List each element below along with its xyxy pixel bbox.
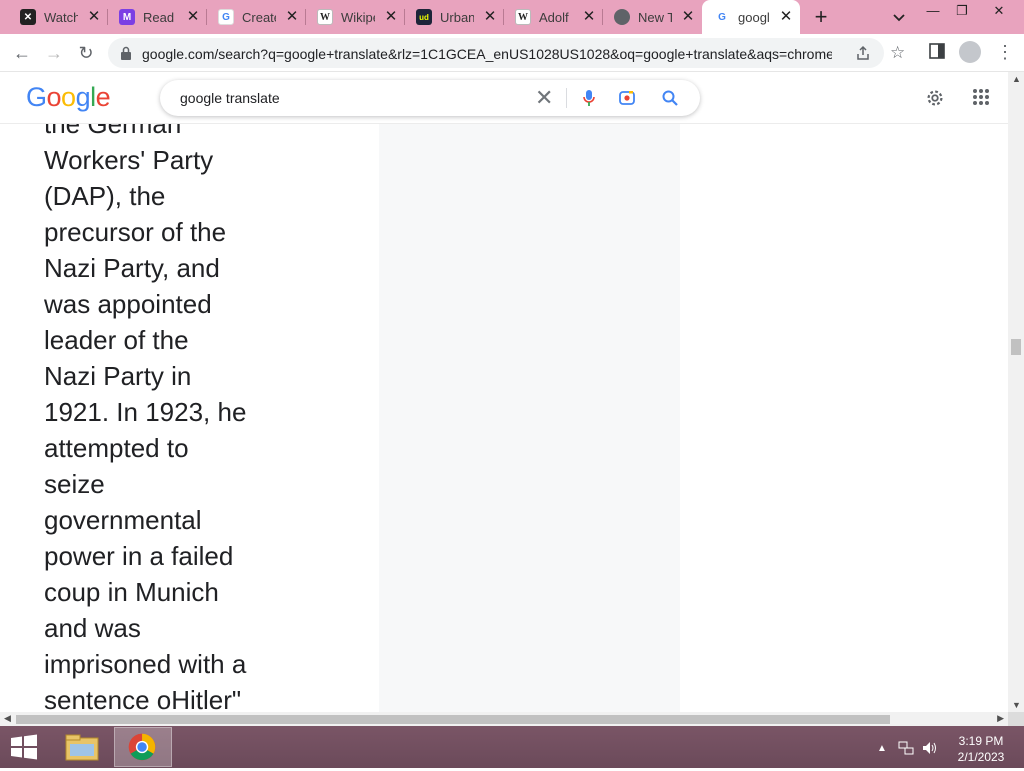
tab-label: Adolf H bbox=[539, 9, 573, 25]
x-icon: ✕ bbox=[20, 9, 36, 25]
scrollbar-thumb[interactable] bbox=[1011, 339, 1021, 355]
scroll-up-arrow-icon[interactable]: ▲ bbox=[1012, 74, 1021, 84]
scrollbar-corner bbox=[1008, 712, 1024, 726]
minimize-icon[interactable]: — bbox=[924, 2, 942, 20]
article-body: Workers' Party (DAP), the precursor of t… bbox=[44, 145, 247, 712]
clear-search-icon[interactable]: ✕ bbox=[535, 87, 553, 109]
google-search-box[interactable]: google translate ✕ bbox=[160, 80, 700, 116]
search-input[interactable]: google translate bbox=[180, 90, 280, 106]
bookmark-star-icon[interactable]: ☆ bbox=[890, 43, 905, 63]
logo-letter: o bbox=[61, 82, 76, 112]
m-icon: M bbox=[119, 9, 135, 25]
chrome-icon bbox=[128, 733, 156, 761]
side-panel-icon[interactable] bbox=[929, 43, 945, 59]
scrollbar-thumb[interactable] bbox=[16, 715, 890, 724]
tab-label: Create bbox=[242, 9, 276, 25]
close-icon[interactable]: ✕ bbox=[680, 9, 696, 25]
microphone-icon[interactable] bbox=[582, 89, 596, 107]
chrome-icon bbox=[614, 9, 630, 25]
tab-strip: ✕ Watch ✕ M Read C ✕ G Create ✕ W Wikipe… bbox=[0, 0, 1024, 34]
logo-letter: o bbox=[46, 82, 62, 112]
scroll-right-arrow-icon[interactable]: ▶ bbox=[997, 713, 1004, 724]
close-icon[interactable]: ✕ bbox=[482, 9, 498, 25]
clock-date: 2/1/2023 bbox=[957, 750, 1005, 764]
more-menu-icon[interactable]: ⋮ bbox=[996, 42, 1014, 62]
new-tab-button[interactable]: + bbox=[810, 6, 832, 28]
tab-watch[interactable]: ✕ Watch ✕ bbox=[8, 4, 108, 30]
right-panel bbox=[379, 124, 680, 712]
google-logo[interactable]: Google bbox=[26, 82, 111, 113]
forward-arrow-icon[interactable]: → bbox=[44, 43, 64, 63]
address-bar[interactable]: google.com/search?q=google+translate&rlz… bbox=[108, 38, 905, 68]
network-icon[interactable] bbox=[898, 740, 914, 756]
scroll-left-arrow-icon[interactable]: ◀ bbox=[4, 713, 11, 724]
vertical-scrollbar[interactable]: ▲ ▼ bbox=[1008, 72, 1024, 712]
logo-letter: G bbox=[26, 82, 47, 112]
taskbar bbox=[0, 726, 1024, 768]
tab-read[interactable]: M Read C ✕ bbox=[107, 4, 207, 30]
browser-toolbar: ← → ↻ google.com/search?q=google+transla… bbox=[0, 34, 1024, 72]
profile-avatar-icon[interactable] bbox=[959, 41, 981, 63]
url-text[interactable]: google.com/search?q=google+translate&rlz… bbox=[142, 46, 832, 62]
google-lens-icon[interactable] bbox=[618, 89, 636, 107]
tab-label: Watch bbox=[44, 9, 78, 25]
horizontal-scrollbar[interactable]: ◀ ▶ bbox=[0, 712, 1008, 726]
chrome-taskbar-button[interactable] bbox=[114, 727, 172, 767]
gear-icon[interactable] bbox=[924, 87, 946, 109]
volume-icon[interactable] bbox=[921, 740, 939, 756]
close-window-icon[interactable]: ✕ bbox=[990, 2, 1008, 20]
windows-start-icon[interactable] bbox=[9, 734, 39, 760]
google-g-icon: G bbox=[714, 9, 730, 25]
tab-label: New Ta bbox=[638, 9, 672, 25]
tab-create[interactable]: G Create ✕ bbox=[206, 4, 306, 30]
clock-time: 3:19 PM bbox=[958, 734, 1004, 748]
file-explorer-icon[interactable] bbox=[54, 727, 112, 767]
wikipedia-icon: W bbox=[515, 9, 531, 25]
close-icon[interactable]: ✕ bbox=[383, 9, 399, 25]
article-text: the German Workers' Party (DAP), the pre… bbox=[44, 124, 274, 712]
article-partial-line: the German bbox=[44, 124, 182, 139]
tab-label: Read C bbox=[143, 9, 177, 25]
close-icon[interactable]: ✕ bbox=[581, 9, 597, 25]
close-icon[interactable]: ✕ bbox=[284, 9, 300, 25]
apps-grid-icon[interactable] bbox=[972, 88, 990, 106]
lock-icon bbox=[121, 46, 131, 60]
wikipedia-icon: W bbox=[317, 9, 333, 25]
close-icon[interactable]: ✕ bbox=[778, 9, 794, 25]
tab-label: Wikipe bbox=[341, 9, 375, 25]
tab-google-active[interactable]: G googl ✕ bbox=[702, 0, 800, 34]
tab-label: Urban bbox=[440, 9, 474, 25]
tray-expand-icon[interactable]: ▲ bbox=[877, 743, 887, 754]
back-arrow-icon[interactable]: ← bbox=[12, 43, 32, 63]
logo-letter: e bbox=[95, 82, 111, 112]
restore-icon[interactable]: ❐ bbox=[953, 2, 971, 20]
scroll-down-arrow-icon[interactable]: ▼ bbox=[1012, 700, 1021, 710]
share-icon[interactable] bbox=[855, 45, 871, 61]
tab-wikipedia[interactable]: W Wikipe ✕ bbox=[305, 4, 405, 30]
logo-letter: g bbox=[75, 82, 91, 112]
reload-icon[interactable]: ↻ bbox=[76, 43, 96, 63]
tab-new-tab[interactable]: New Ta ✕ bbox=[602, 4, 702, 30]
tab-adolf[interactable]: W Adolf H ✕ bbox=[503, 4, 603, 30]
google-g-icon: G bbox=[218, 9, 234, 25]
tab-urban[interactable]: ud Urban ✕ bbox=[404, 4, 504, 30]
divider bbox=[566, 88, 567, 108]
search-results-content: the German Workers' Party (DAP), the pre… bbox=[0, 124, 1008, 712]
close-icon[interactable]: ✕ bbox=[185, 9, 201, 25]
close-icon[interactable]: ✕ bbox=[86, 9, 102, 25]
system-clock[interactable]: 3:19 PM 2/1/2023 bbox=[948, 733, 1014, 765]
tab-label: googl bbox=[738, 9, 770, 25]
chevron-down-icon[interactable] bbox=[890, 8, 908, 26]
urban-dictionary-icon: ud bbox=[416, 9, 432, 25]
search-icon[interactable] bbox=[661, 89, 679, 107]
